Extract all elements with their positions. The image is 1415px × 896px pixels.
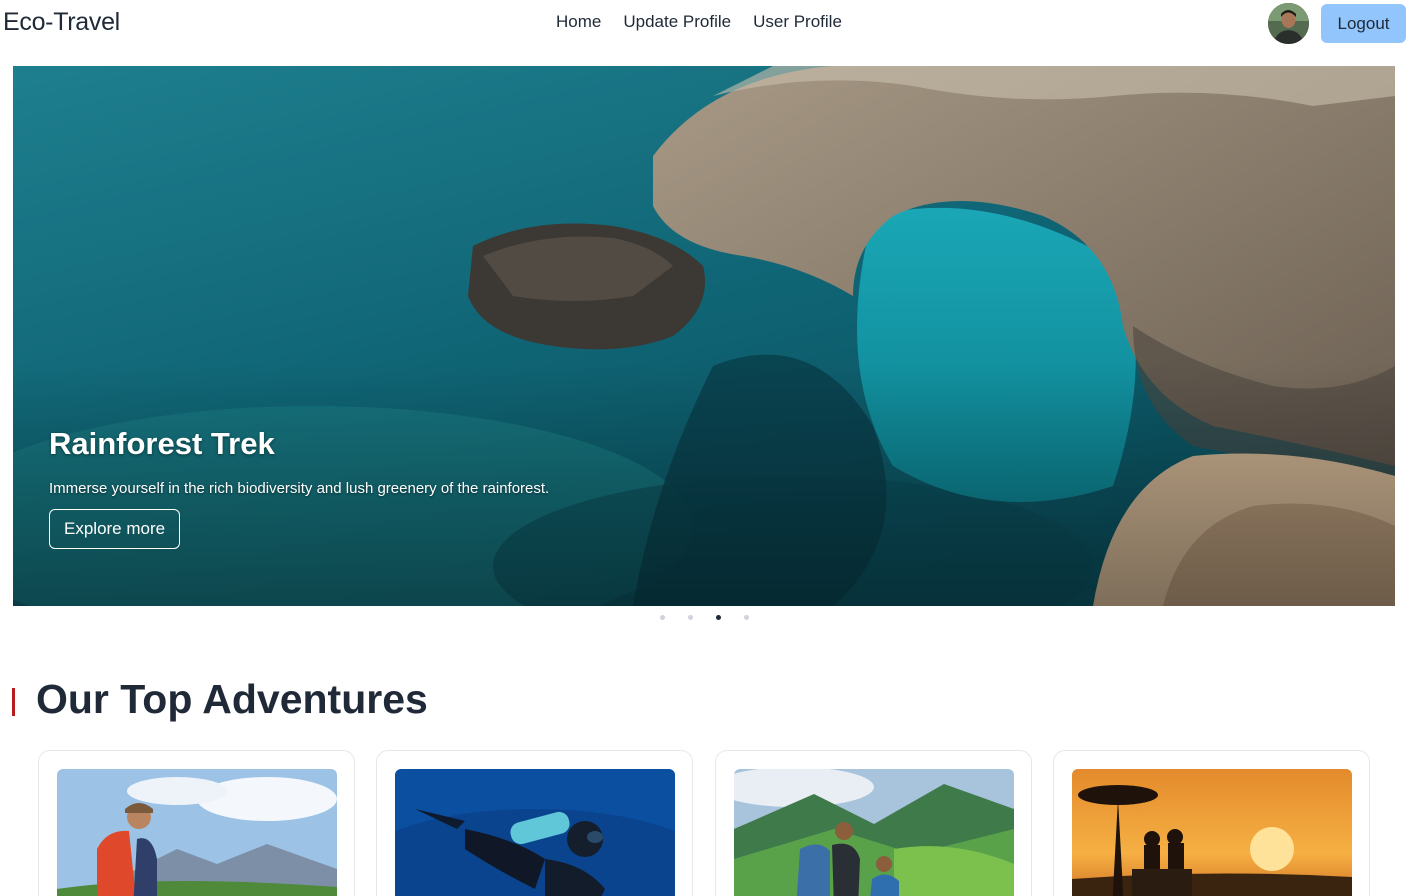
hero-carousel[interactable]: Rainforest Trek Immerse yourself in the … bbox=[13, 66, 1395, 606]
nav-link-home[interactable]: Home bbox=[556, 12, 601, 32]
section-title: Our Top Adventures bbox=[36, 676, 428, 722]
navbar: Eco-Travel Home Update Profile User Prof… bbox=[0, 0, 1415, 48]
brand-logo[interactable]: Eco-Travel bbox=[3, 8, 120, 37]
user-avatar[interactable] bbox=[1268, 3, 1309, 44]
hero-title: Rainforest Trek bbox=[49, 426, 275, 461]
nav-link-update-profile[interactable]: Update Profile bbox=[623, 12, 731, 32]
explore-more-button[interactable]: Explore more bbox=[49, 509, 181, 549]
hero-description: Immerse yourself in the rich biodiversit… bbox=[49, 480, 550, 497]
adventure-cards bbox=[38, 750, 1370, 896]
carousel-dot-2[interactable] bbox=[688, 615, 693, 620]
adventure-card[interactable] bbox=[715, 750, 1032, 896]
carousel-dot-1[interactable] bbox=[660, 615, 665, 620]
carousel-indicators bbox=[660, 615, 749, 620]
card-image-hiker-mountains bbox=[57, 769, 337, 896]
avatar-image bbox=[1268, 3, 1309, 44]
nav-links: Home Update Profile User Profile bbox=[556, 12, 842, 32]
nav-link-user-profile[interactable]: User Profile bbox=[753, 12, 842, 32]
adventure-card[interactable] bbox=[376, 750, 693, 896]
adventure-card[interactable] bbox=[1053, 750, 1370, 896]
card-image-scuba-diver bbox=[395, 769, 675, 896]
card-image-hikers-valley bbox=[734, 769, 1014, 896]
adventure-card[interactable] bbox=[38, 750, 355, 896]
section-accent-bar bbox=[12, 688, 15, 716]
hero-caption: Rainforest Trek Immerse yourself in the … bbox=[49, 426, 549, 549]
carousel-dot-4[interactable] bbox=[744, 615, 749, 620]
carousel-dot-3[interactable] bbox=[716, 615, 721, 620]
logout-button[interactable]: Logout bbox=[1321, 4, 1406, 43]
card-image-safari-sunset bbox=[1072, 769, 1352, 896]
